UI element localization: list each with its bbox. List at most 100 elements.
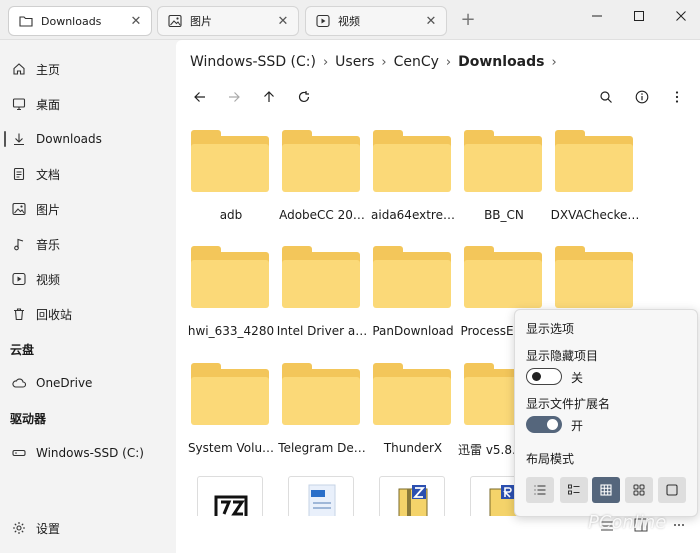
sidebar-item-pictures[interactable]: 图片 (0, 194, 176, 224)
folder-name: hwi_633_4280 (187, 324, 275, 338)
tab-bar: Downloads ✕ 图片 ✕ 视频 ✕ + (0, 0, 700, 40)
breadcrumb-item[interactable]: Users (335, 54, 374, 70)
folder-icon (282, 130, 360, 192)
folder-item[interactable]: aida64extre… (367, 130, 455, 244)
document-icon (12, 167, 26, 181)
folder-item[interactable]: ThunderX (367, 363, 451, 477)
sidebar-item-desktop[interactable]: 桌面 (0, 89, 176, 119)
details-view-icon (534, 485, 546, 495)
search-button[interactable] (595, 86, 617, 108)
arrow-right-icon (229, 92, 240, 102)
more-options-button[interactable] (666, 86, 688, 108)
folder-item[interactable]: BB_CN (458, 130, 542, 244)
large-icon-view-button[interactable] (658, 477, 686, 503)
drive-icon (12, 446, 26, 460)
folder-item[interactable]: Telegram De… (276, 363, 366, 477)
7z-archive-icon (214, 495, 248, 516)
forward-button[interactable] (223, 86, 245, 108)
folder-item[interactable]: Intel Driver a… (276, 246, 367, 360)
refresh-button[interactable] (293, 86, 315, 108)
more-icon (675, 91, 679, 103)
sidebar-item-onedrive[interactable]: OneDrive (0, 368, 176, 398)
watermark-logo: PConline (588, 512, 667, 533)
close-icon[interactable]: ✕ (276, 14, 290, 29)
zip-archive-icon (398, 485, 428, 516)
back-button[interactable] (189, 86, 211, 108)
folder-item[interactable]: PanDownload (367, 246, 454, 360)
tab-label: 图片 (190, 15, 212, 28)
folder-item[interactable]: DXVAChecke… (549, 130, 639, 244)
sidebar-item-settings[interactable]: 设置 (0, 513, 176, 543)
sidebar-item-label: 视频 (36, 272, 61, 287)
drives-section-header: 驱动器 (10, 412, 47, 426)
search-icon (600, 91, 612, 103)
file-item-7z[interactable] (197, 476, 263, 516)
minimize-button[interactable] (582, 4, 612, 28)
hidden-items-toggle[interactable] (526, 368, 562, 385)
folder-icon (282, 363, 360, 425)
sidebar-item-label: 设置 (36, 521, 61, 536)
file-extensions-label: 显示文件扩展名 (526, 397, 611, 411)
new-tab-button[interactable]: + (458, 9, 478, 30)
folder-icon (19, 14, 33, 28)
close-window-button[interactable] (666, 4, 696, 28)
tiles-view-button[interactable] (625, 477, 653, 503)
file-extensions-state: 开 (571, 419, 584, 433)
folder-item[interactable]: adb (185, 130, 269, 244)
folder-icon (373, 246, 451, 308)
folder-icon (373, 130, 451, 192)
sidebar-item-label: 图片 (36, 202, 61, 217)
folder-icon (555, 130, 633, 192)
tab-pictures[interactable]: 图片 ✕ (157, 6, 299, 36)
sidebar-item-recycle-bin[interactable]: 回收站 (0, 299, 176, 329)
folder-icon (191, 130, 269, 192)
hidden-items-state: 关 (571, 371, 584, 385)
sidebar-item-music[interactable]: 音乐 (0, 229, 176, 259)
sidebar-item-label: 桌面 (36, 97, 61, 112)
home-icon (12, 62, 26, 76)
close-icon[interactable]: ✕ (129, 14, 143, 29)
info-icon (635, 90, 649, 104)
folder-icon (555, 246, 633, 308)
sidebar-item-videos[interactable]: 视频 (0, 264, 176, 294)
list-view-button[interactable] (560, 477, 588, 503)
folder-item[interactable]: System Volu… (185, 363, 274, 477)
chevron-right-icon: › (381, 54, 387, 70)
folder-icon (464, 130, 542, 192)
view-options-flyout: 显示选项 显示隐藏项目 关 显示文件扩展名 开 布局模式 (514, 309, 698, 517)
info-button[interactable] (631, 86, 653, 108)
grid-view-button[interactable] (592, 477, 620, 503)
details-view-button[interactable] (526, 477, 554, 503)
sidebar-item-home[interactable]: 主页 (0, 54, 176, 84)
folder-item[interactable]: hwi_633_4280 (185, 246, 274, 360)
file-item-zip[interactable] (379, 476, 445, 516)
tab-label: Downloads (41, 14, 102, 28)
breadcrumb-item[interactable]: CenCy (394, 54, 439, 70)
flyout-title: 显示选项 (526, 322, 575, 336)
cloud-section-header: 云盘 (10, 343, 35, 357)
layout-mode-label: 布局模式 (526, 452, 575, 466)
folder-name: Intel Driver a… (276, 324, 368, 338)
sidebar-item-documents[interactable]: 文档 (0, 159, 176, 189)
breadcrumb-item[interactable]: Downloads (458, 54, 544, 70)
chevron-right-icon: › (322, 54, 329, 70)
video-icon (12, 272, 26, 286)
sidebar-item-downloads[interactable]: Downloads (0, 124, 176, 154)
desktop-icon (12, 97, 26, 111)
file-extensions-toggle[interactable] (526, 416, 562, 433)
tab-videos[interactable]: 视频 ✕ (305, 6, 447, 36)
chevron-right-icon[interactable]: › (551, 55, 556, 70)
folder-icon (373, 363, 451, 425)
folder-item[interactable]: AdobeCC 20… (276, 130, 365, 244)
breadcrumb-item[interactable]: Windows-SSD (C:) (190, 54, 316, 70)
close-icon[interactable]: ✕ (424, 14, 438, 29)
sidebar-item-label: 音乐 (36, 237, 61, 252)
tab-downloads[interactable]: Downloads ✕ (8, 6, 152, 36)
folder-name: ThunderX (383, 441, 443, 455)
up-button[interactable] (258, 86, 280, 108)
maximize-button[interactable] (624, 4, 654, 28)
file-item-torrent[interactable] (288, 476, 354, 516)
breadcrumb: Windows-SSD (C:) › Users › CenCy › Downl… (190, 54, 564, 70)
list-view-icon (568, 484, 580, 495)
sidebar-item-drive-c[interactable]: Windows-SSD (C:) (0, 438, 176, 468)
